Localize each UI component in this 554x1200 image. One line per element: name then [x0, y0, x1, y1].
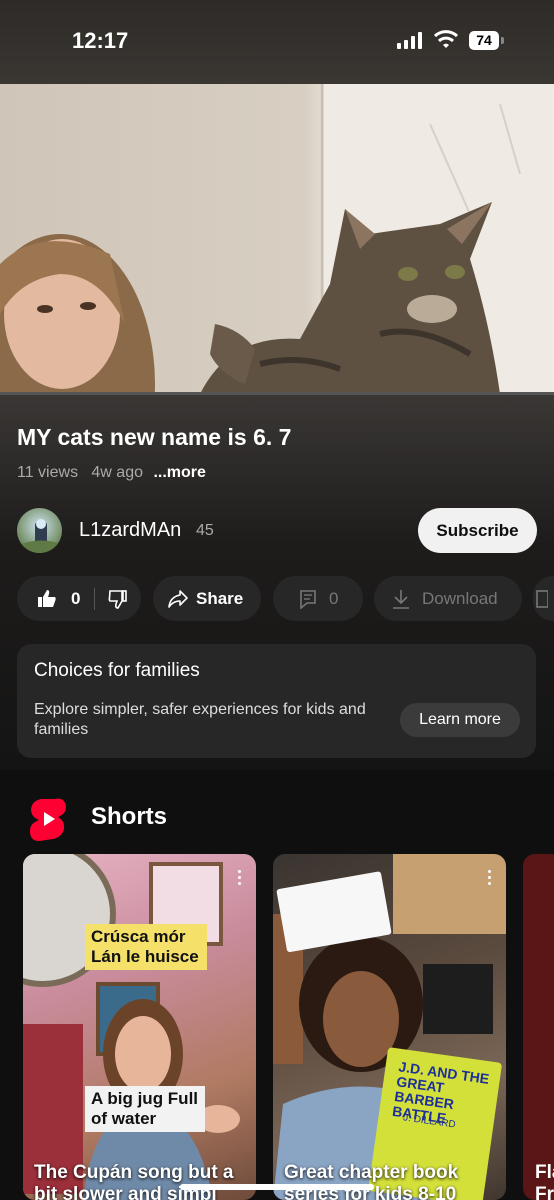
short-card[interactable]: Fla Fr — [523, 854, 554, 1200]
share-arrow-icon — [168, 589, 188, 608]
wifi-icon — [434, 30, 458, 48]
short-card[interactable]: J.D. AND THE GREAT BARBER BATTLE J. DILL… — [273, 854, 506, 1200]
short-thumbnail — [273, 854, 506, 1200]
short-card[interactable]: Crúsca mór Lán le huisce A big jug Full … — [23, 854, 256, 1200]
avatar-image — [17, 519, 62, 553]
video-title: MY cats new name is 6. 7 — [17, 424, 292, 450]
download-button[interactable]: Download — [374, 576, 522, 621]
short-title: The Cupán song but a bit slower and simp… — [34, 1162, 234, 1200]
status-time: 12:17 — [72, 28, 129, 53]
thumbs-down-icon[interactable] — [108, 589, 128, 609]
short-caption-bottom: A big jug Full of water — [85, 1086, 205, 1132]
subscriber-count: 45 — [196, 522, 214, 539]
short-title: Great chapter book series for kids 8-10 — [284, 1162, 459, 1200]
more-options-icon[interactable] — [238, 870, 242, 888]
families-card: Choices for families Explore simpler, sa… — [17, 644, 536, 758]
shorts-logo-icon — [30, 798, 66, 841]
channel-name[interactable]: L1zardMAn — [79, 519, 181, 542]
video-frame-image — [0, 84, 554, 394]
share-label: Share — [196, 588, 244, 608]
families-title: Choices for families — [34, 660, 200, 681]
channel-avatar[interactable] — [17, 508, 62, 553]
download-label: Download — [422, 588, 498, 608]
short-caption-top: Crúsca mór Lán le huisce — [85, 924, 207, 970]
like-divider — [94, 587, 96, 610]
learn-more-button[interactable]: Learn more — [400, 703, 520, 737]
shorts-section-title: Shorts — [91, 803, 168, 830]
families-description: Explore simpler, safer experiences for k… — [34, 701, 366, 738]
like-count[interactable]: 0 — [71, 589, 80, 609]
subscribe-button[interactable]: Subscribe — [418, 508, 537, 553]
thumbs-up-icon[interactable] — [37, 589, 57, 609]
view-count: 11 views — [17, 464, 79, 481]
battery-icon: 74 — [469, 31, 504, 50]
upload-age: 4w ago — [91, 464, 143, 481]
download-icon — [393, 589, 409, 609]
comments-button[interactable]: 0 — [273, 576, 363, 621]
comment-icon — [300, 589, 316, 609]
status-bar: 12:17 74 — [0, 0, 554, 84]
share-button[interactable]: Share — [153, 576, 261, 621]
short-title: Fla Fr — [535, 1162, 554, 1200]
cellular-signal-icon — [397, 32, 422, 49]
more-options-icon[interactable] — [488, 870, 492, 888]
video-meta[interactable]: 11 views 4w ago ...more — [17, 464, 206, 482]
more-link[interactable]: ...more — [153, 464, 205, 481]
comment-count: 0 — [329, 588, 339, 608]
save-icon — [536, 589, 548, 608]
like-dislike-pill: 0 — [17, 576, 141, 621]
video-player[interactable] — [0, 84, 554, 394]
home-indicator[interactable] — [180, 1184, 374, 1190]
short-thumbnail — [23, 854, 240, 1200]
